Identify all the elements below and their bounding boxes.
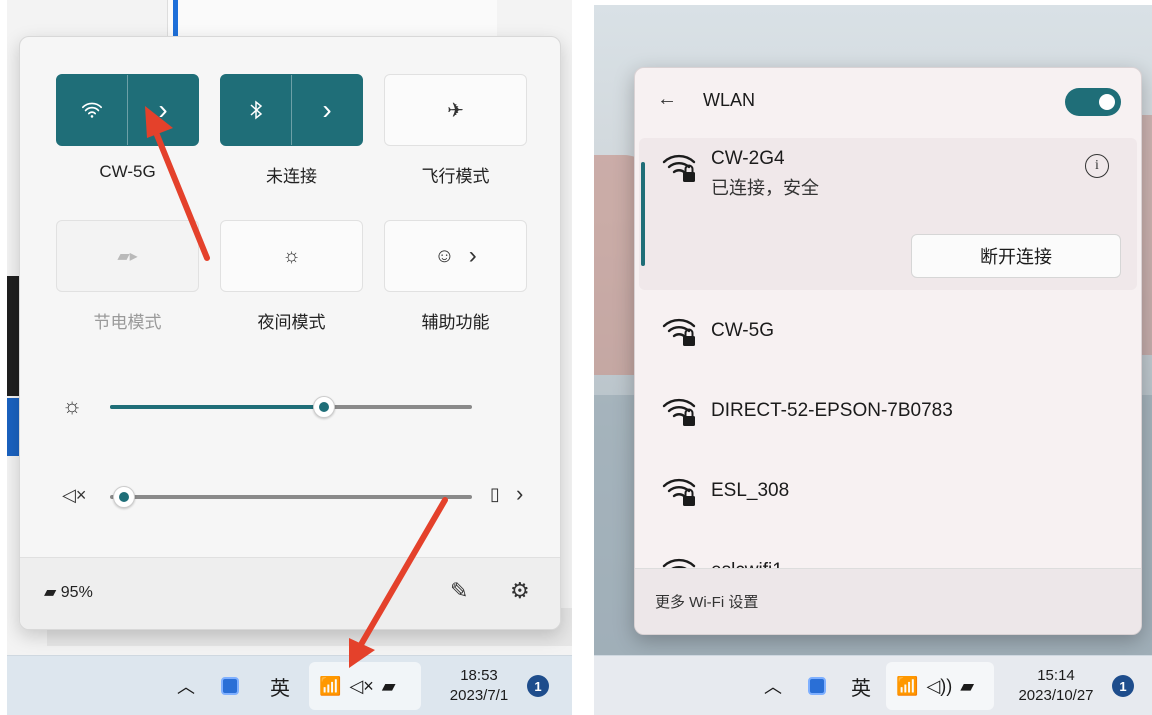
network-item[interactable]: DIRECT-52-EPSON-7B0783 xyxy=(635,374,1135,454)
disconnect-button[interactable]: 断开连接 xyxy=(911,234,1121,278)
tray-app[interactable] xyxy=(808,656,826,715)
network-item[interactable]: ESL_308 xyxy=(635,454,1135,534)
network-status: 已连接，安全 xyxy=(711,178,819,198)
ime-indicator[interactable]: 英 xyxy=(851,656,871,715)
annotation-arrows xyxy=(145,106,448,668)
wifi-secured-icon xyxy=(662,398,696,426)
app-icon xyxy=(808,677,826,695)
clock[interactable]: 15:14 2023/10/27 xyxy=(1008,656,1104,715)
clock-time: 15:14 xyxy=(1037,667,1075,684)
left-screenshot: › › ✈ CW-5G 未连接 飞行模式 ▰▸ ☼ ☺ › 节电模式 夜间模式 … xyxy=(7,0,572,715)
network-name: ESL_308 xyxy=(711,480,790,501)
show-hidden-icons-chevron-up-icon[interactable]: ︿ xyxy=(764,656,782,715)
more-wifi-settings-link[interactable]: 更多 Wi-Fi 设置 xyxy=(655,591,758,612)
wlan-header: ← WLAN xyxy=(635,68,1141,134)
network-item[interactable]: CW-5G xyxy=(635,294,1135,374)
battery-icon: ▰ xyxy=(960,675,975,696)
right-screenshot: ← WLAN CW-2G4 已连接，安全 i 断开连接 CW-5G DIRECT… xyxy=(594,5,1152,715)
wlan-panel: ← WLAN CW-2G4 已连接，安全 i 断开连接 CW-5G DIRECT… xyxy=(634,67,1142,635)
volume-icon: ◁)) xyxy=(926,675,953,696)
wifi-secured-icon xyxy=(662,478,696,506)
network-name: DIRECT-52-EPSON-7B0783 xyxy=(711,400,953,421)
network-name: CW-2G4 xyxy=(711,148,785,169)
network-volume-battery-group[interactable]: 📶 ◁)) ▰ xyxy=(886,662,994,710)
wifi-secured-icon xyxy=(662,318,696,346)
back-arrow-icon[interactable]: ← xyxy=(657,88,677,111)
wlan-title: WLAN xyxy=(703,90,756,110)
info-icon[interactable]: i xyxy=(1085,154,1109,178)
taskbar: ︿ 英 📶 ◁)) ▰ 15:14 2023/10/27 1 xyxy=(594,655,1152,715)
notification-center[interactable]: 1 xyxy=(1112,656,1134,715)
clock-date: 2023/10/27 xyxy=(1018,687,1094,704)
selection-indicator xyxy=(641,162,645,266)
wlan-footer: 更多 Wi-Fi 设置 xyxy=(635,568,1141,634)
network-name: CW-5G xyxy=(711,320,774,341)
connected-network-item[interactable]: CW-2G4 已连接，安全 i 断开连接 xyxy=(639,138,1137,290)
notification-badge: 1 xyxy=(1112,675,1134,697)
wifi-icon: 📶 xyxy=(896,675,919,696)
toggle-knob xyxy=(1099,94,1115,110)
wifi-secured-icon xyxy=(662,154,696,182)
wlan-toggle[interactable] xyxy=(1065,88,1121,116)
